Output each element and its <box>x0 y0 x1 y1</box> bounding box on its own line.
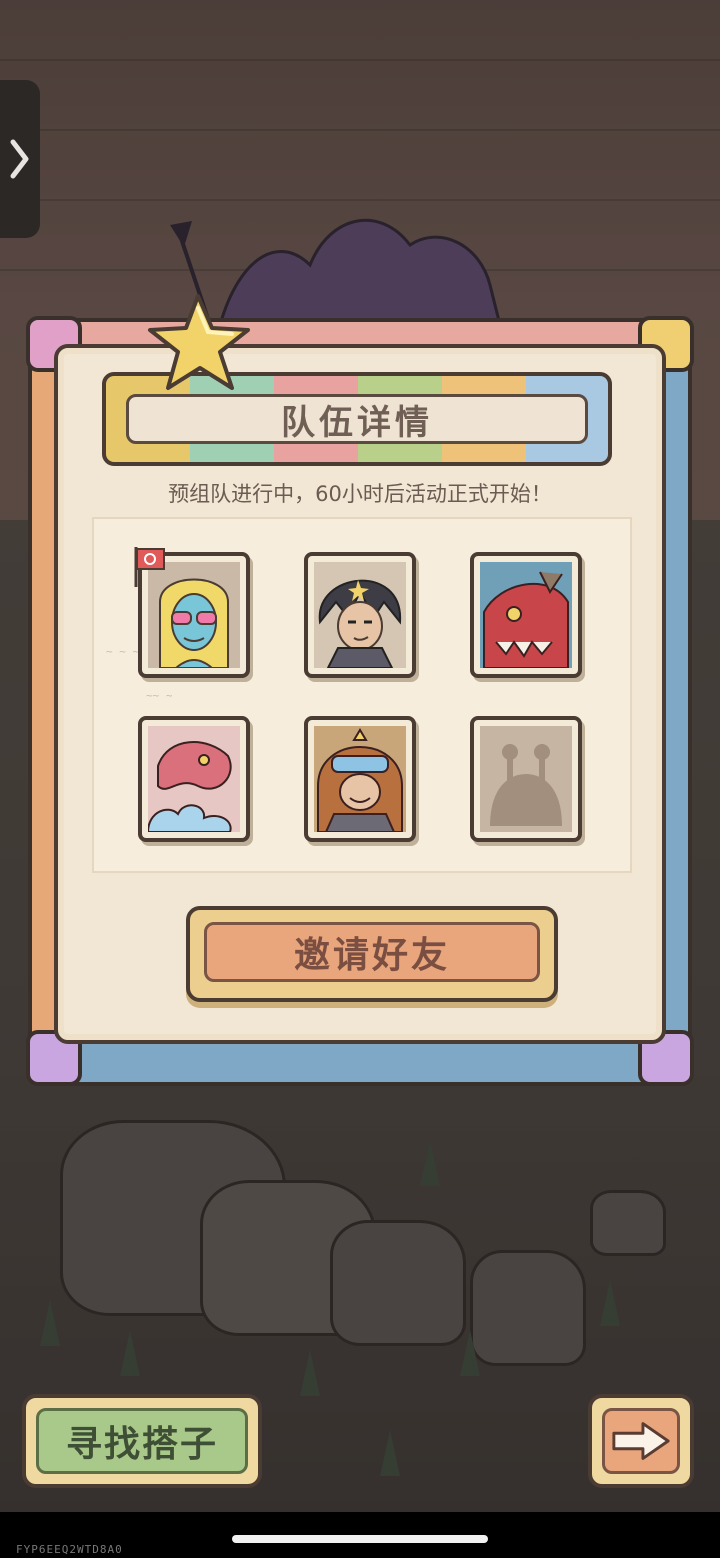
next-button[interactable] <box>588 1394 694 1488</box>
team-slot-3[interactable] <box>470 552 582 678</box>
invite-button-face: 邀请好友 <box>204 922 540 982</box>
portrait-pink-dragon-cloud <box>148 726 240 832</box>
portrait-red-dragon-beast <box>480 562 572 668</box>
find-partner-button-face: 寻找搭子 <box>36 1408 248 1474</box>
team-slot-5[interactable] <box>304 716 416 842</box>
sketch-doodle: ~ ~ ~ <box>106 645 140 658</box>
team-slot-6-empty[interactable] <box>470 716 582 842</box>
watermark-text: FYP6EEQ2WTD8A0 <box>16 1543 123 1556</box>
portrait-dark-hair-warrior <box>314 562 406 668</box>
empty-slot-silhouette-icon <box>480 726 572 832</box>
portrait-monkey-king-goggles <box>314 726 406 832</box>
side-expand-tab[interactable] <box>0 80 40 238</box>
title-bar: 队伍详情 <box>126 394 588 444</box>
leader-flag-icon <box>134 547 165 587</box>
invite-friends-button[interactable]: 邀请好友 <box>186 906 558 1002</box>
modal-title: 队伍详情 <box>281 402 433 443</box>
invite-button-label: 邀请好友 <box>293 935 450 976</box>
find-partner-label: 寻找搭子 <box>65 1424 218 1465</box>
team-slot-4[interactable] <box>138 716 250 842</box>
find-partner-button[interactable]: 寻找搭子 <box>22 1394 262 1488</box>
right-arrow-icon <box>612 1422 670 1460</box>
pre-team-notice: 预组队进行中，60小时后活动正式开始！ <box>168 482 552 506</box>
team-slot-2[interactable] <box>304 552 416 678</box>
home-indicator[interactable] <box>232 1535 488 1543</box>
sketch-doodle: ~~ ~ <box>146 689 173 702</box>
next-button-face <box>602 1408 680 1474</box>
star-icon <box>148 294 250 390</box>
chevron-right-icon <box>10 139 29 179</box>
